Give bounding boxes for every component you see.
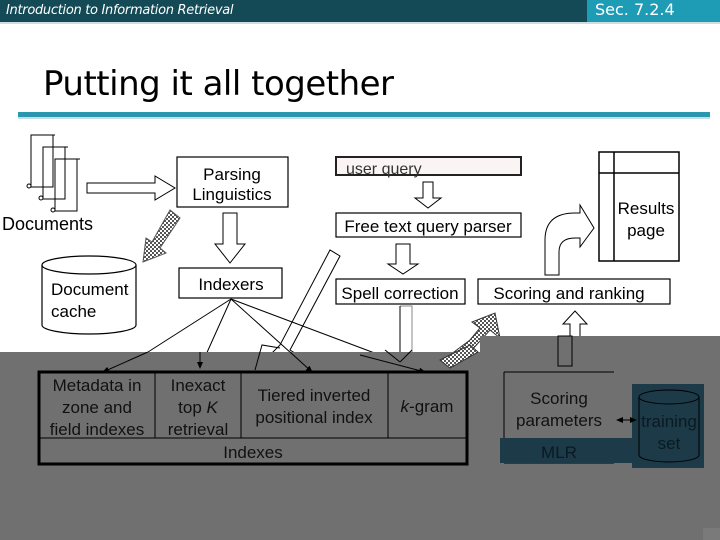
inexact-label-1: Inexact (171, 376, 226, 395)
metadata-label-1: Metadata in (53, 376, 142, 395)
scoring-ranking-label: Scoring and ranking (493, 284, 644, 303)
metadata-label-2: zone and (62, 398, 132, 417)
results-page-label-1: Results (618, 199, 675, 218)
spell-to-indexes-arrow (400, 305, 413, 352)
spell-correction-label: Spell correction (341, 284, 458, 303)
parsing-label-2: Linguistics (192, 185, 271, 204)
inexact-label-2: top K (178, 398, 218, 417)
user-query-label: user query (346, 161, 422, 178)
parsing-to-indexers-arrow (213, 212, 247, 264)
inexact-top-text: top (178, 398, 206, 417)
scoring-params-label-1: Scoring (530, 389, 588, 408)
tiered-label-1: Tiered inverted (258, 386, 371, 405)
corner-patch (703, 528, 720, 540)
query-to-parser-arrow (413, 181, 443, 209)
inexact-label-3: retrieval (168, 420, 228, 439)
docs-to-cache-arrow (142, 209, 181, 263)
mlr-label: MLR (541, 443, 577, 462)
parser-to-spell-arrow (386, 243, 420, 275)
scoring-params-label-2: parameters (516, 411, 602, 430)
documents-label: Documents (2, 214, 93, 234)
results-page-label-2: page (627, 221, 665, 240)
ir-pipeline-diagram: Documents Parsing Linguistics Document c… (0, 134, 720, 540)
tiered-label-2: positional index (255, 408, 373, 427)
metadata-label-3: field indexes (50, 420, 145, 439)
training-set-label-2: set (658, 434, 681, 453)
documents-icon (26, 134, 80, 213)
document-cache-label-1: Document (51, 280, 129, 299)
docs-to-parsing-arrow (86, 175, 176, 201)
training-set-label-1: training (641, 412, 697, 431)
kgram-rest-text: -gram (409, 397, 453, 416)
params-to-ranking-arrow (561, 310, 589, 336)
indexers-label: Indexers (198, 275, 263, 294)
inexact-k-text: K (207, 398, 219, 417)
indexes-footer-label: Indexes (223, 443, 283, 462)
kgram-label: k-gram (401, 397, 454, 416)
parsing-label-1: Parsing (203, 165, 261, 184)
document-cache-label-2: cache (51, 302, 96, 321)
free-text-parser-label: Free text query parser (344, 217, 512, 236)
ranking-to-results-arrow (544, 203, 595, 276)
